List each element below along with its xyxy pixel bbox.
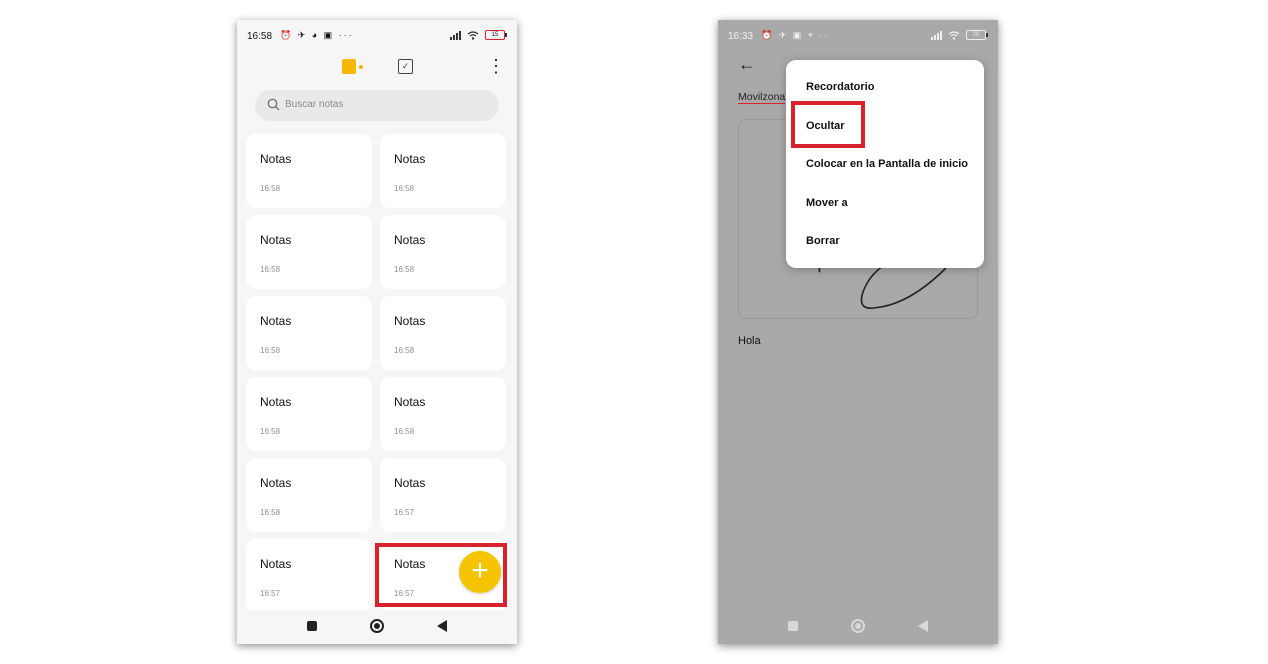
- note-time: 16:58: [394, 265, 415, 274]
- menu-item-colocar-pantalla-inicio[interactable]: Colocar en la Pantalla de inicio: [806, 158, 968, 170]
- status-time: 16:33: [728, 31, 754, 42]
- note-card[interactable]: Notas 16:58: [380, 296, 506, 370]
- status-notification-icons: ⏰ ✈ ◕ ▣ ···: [280, 30, 354, 40]
- highlight-box: [791, 101, 865, 148]
- note-time: 16:58: [394, 427, 415, 436]
- navigation-bar: [718, 610, 998, 644]
- battery-level: 15: [491, 32, 499, 38]
- battery-level: 20: [972, 32, 980, 38]
- search-icon: [267, 98, 280, 111]
- back-icon[interactable]: [437, 620, 447, 632]
- status-time: 16:58: [247, 31, 273, 42]
- menu-item-recordatorio[interactable]: Recordatorio: [806, 81, 874, 93]
- more-icon[interactable]: ⋮: [487, 54, 505, 78]
- search-input[interactable]: Buscar notas: [255, 90, 499, 121]
- note-title: Notas: [394, 233, 426, 247]
- battery-icon: 15: [485, 30, 507, 40]
- home-icon[interactable]: [851, 619, 865, 633]
- note-time: 16:58: [394, 346, 415, 355]
- note-title: Notas: [260, 314, 292, 328]
- note-card[interactable]: Notas 16:58: [380, 215, 506, 289]
- note-card[interactable]: Notas 16:58: [246, 134, 372, 208]
- note-card[interactable]: Notas 16:58: [380, 134, 506, 208]
- note-time: 16:58: [260, 346, 281, 355]
- task-icon[interactable]: ✓: [398, 59, 413, 74]
- note-time: 16:57: [260, 589, 281, 598]
- note-title: Notas: [394, 314, 426, 328]
- navigation-bar: #phone-left .circ:after{background:#222;…: [237, 610, 517, 644]
- recent-apps-icon[interactable]: [307, 621, 317, 631]
- note-time: 16:58: [260, 427, 281, 436]
- wifi-icon: [948, 30, 960, 40]
- note-detail-screen: 16:33 ⏰ ✈ ▣ ⌖ ·· 20 ← Movilzona Hola Rec…: [718, 20, 998, 644]
- note-body-text[interactable]: Hola: [738, 335, 761, 347]
- search-placeholder: Buscar notas: [285, 99, 344, 110]
- note-card[interactable]: Notas 16:57: [246, 539, 372, 613]
- note-card[interactable]: Notas 16:57: [380, 458, 506, 532]
- folder-dropdown-icon[interactable]: [359, 65, 363, 69]
- note-card[interactable]: Notas 16:58: [246, 296, 372, 370]
- wifi-icon: [467, 30, 479, 40]
- note-title: Notas: [394, 152, 426, 166]
- note-title: Notas: [260, 557, 292, 571]
- note-time: 16:58: [394, 184, 415, 193]
- menu-item-mover-a[interactable]: Mover a: [806, 197, 848, 209]
- note-title: Notas: [260, 395, 292, 409]
- add-note-button[interactable]: +: [459, 551, 501, 593]
- status-right: 15: [450, 30, 507, 40]
- note-card[interactable]: Notas 16:58: [246, 215, 372, 289]
- folder-icon[interactable]: [342, 59, 356, 74]
- note-time: 16:58: [260, 265, 281, 274]
- home-icon[interactable]: #phone-left .circ:after{background:#222;…: [370, 619, 384, 633]
- note-title: Notas: [260, 233, 292, 247]
- status-bar: 16:33 ⏰ ✈ ▣ ⌖ ·· 20: [718, 20, 998, 54]
- note-time: 16:58: [260, 184, 281, 193]
- note-title: Notas: [260, 152, 292, 166]
- context-menu: Recordatorio Ocultar Colocar en la Panta…: [786, 60, 984, 268]
- back-arrow-icon[interactable]: ←: [738, 54, 756, 75]
- status-bar: 16:58 ⏰ ✈ ◕ ▣ ··· 15: [237, 20, 517, 54]
- note-time: 16:57: [394, 508, 415, 517]
- menu-item-borrar[interactable]: Borrar: [806, 235, 840, 247]
- status-right: 20: [931, 30, 988, 40]
- note-title: Notas: [394, 476, 426, 490]
- note-title[interactable]: Movilzona: [738, 91, 786, 104]
- note-card[interactable]: Notas 16:58: [380, 377, 506, 451]
- note-card[interactable]: Notas 16:58: [246, 377, 372, 451]
- back-icon[interactable]: [918, 620, 928, 632]
- add-icon: +: [471, 554, 489, 587]
- signal-icon: [450, 30, 461, 40]
- note-title: Notas: [394, 395, 426, 409]
- status-notification-icons: ⏰ ✈ ▣ ⌖ ··: [761, 30, 830, 40]
- signal-icon: [931, 30, 942, 40]
- note-card[interactable]: Notas 16:58: [246, 458, 372, 532]
- note-title: Notas: [260, 476, 292, 490]
- notes-list-screen: 16:58 ⏰ ✈ ◕ ▣ ··· 15 ✓ ⋮ Buscar notas No…: [237, 20, 517, 644]
- note-time: 16:58: [260, 508, 281, 517]
- battery-icon: 20: [966, 30, 988, 40]
- recent-apps-icon[interactable]: [788, 621, 798, 631]
